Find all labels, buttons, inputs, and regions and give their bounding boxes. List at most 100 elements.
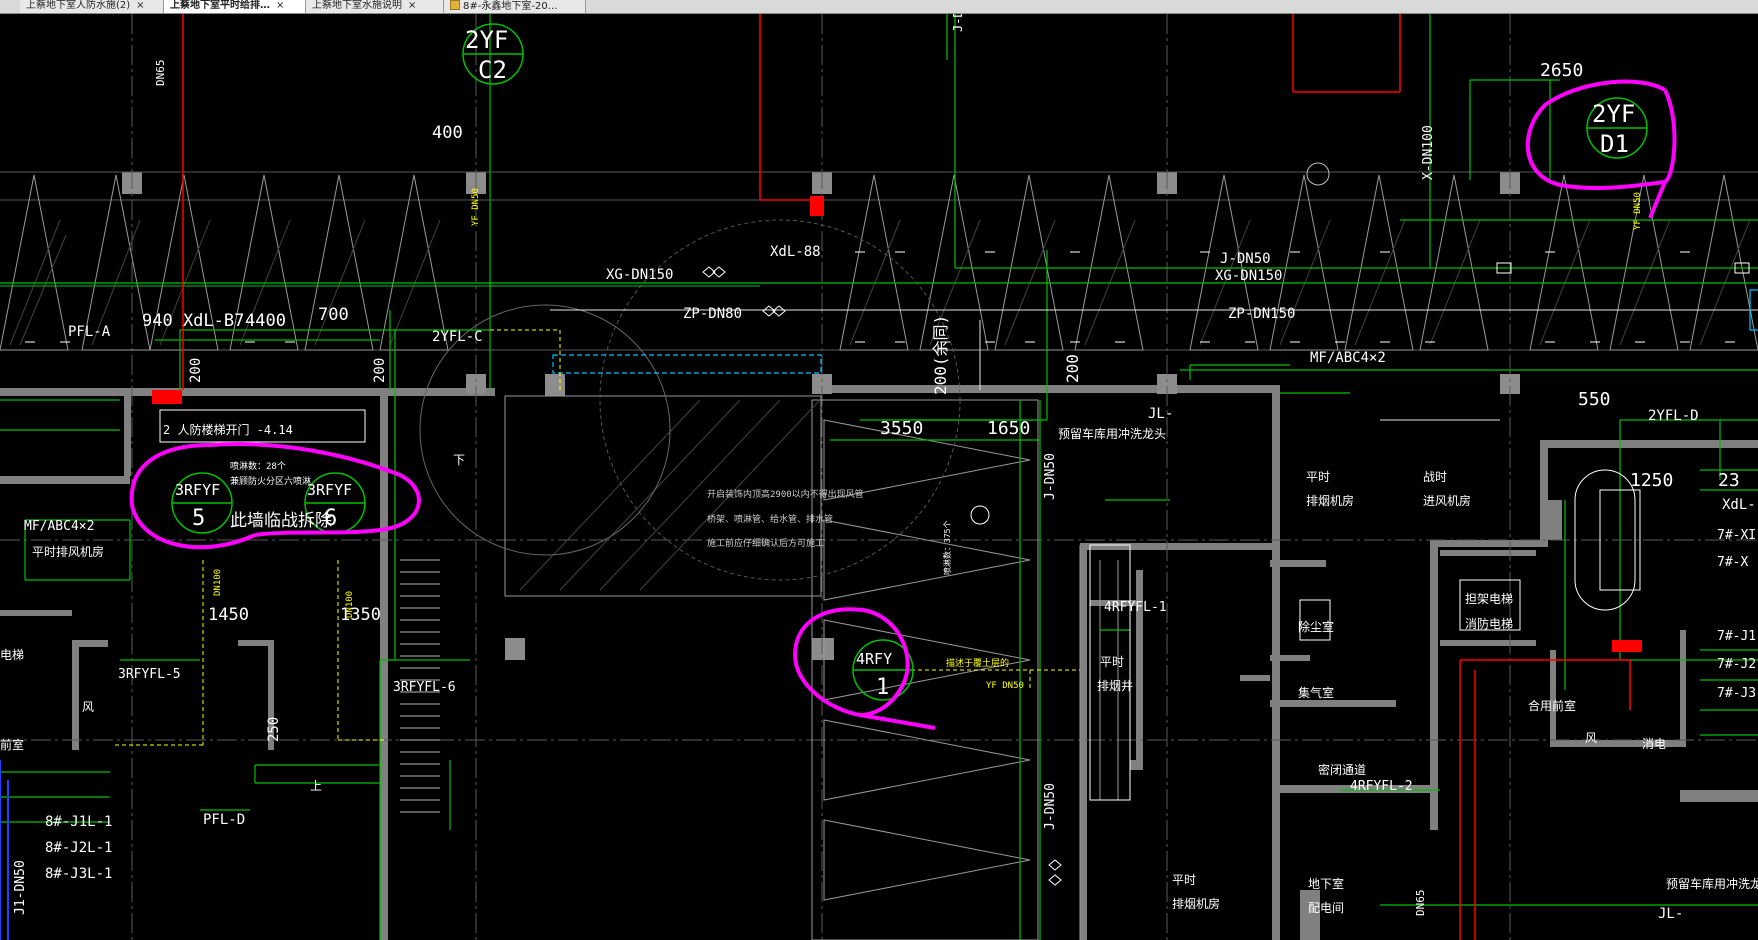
text-wind-left: 风 [82,700,94,714]
text-xdl-b7: 940 XdL-B7 [142,311,244,331]
close-icon[interactable]: × [276,0,284,11]
text-yf-dn50-a: YF DN50 [471,188,481,226]
text-rf-sprinkler: 喷淋数：375个 [942,521,952,575]
text-j1-dn50: J1-DN50 [13,860,28,915]
tag-3rfyf-6-top: 3RFYF [307,481,352,499]
dim-2650: 2650 [1540,60,1583,81]
text-yf-dn50-b: YF DN50 [1633,192,1643,230]
text-3rfyfl-5: 3RFYFL-5 [118,667,181,682]
text-zp-dn80: ZP-DN80 [683,306,742,322]
close-icon[interactable]: × [408,0,416,11]
text-xg-dn150-b: XG-DN150 [1215,268,1282,284]
text-exhaust-room-b: 排烟机房 [1172,896,1220,911]
text-passage: 密闭通道 [1318,762,1366,777]
text-ceiling-note: 描述于覆土层的 [946,657,1009,669]
text-jl-b: JL- [1658,906,1683,922]
dim-200-b: 200 [372,358,388,383]
text-j-dn50-top: J-DN50 [1220,251,1271,267]
text-2yfl-c: 2YFL-C [432,329,483,345]
note-line-1: 开启装饰内顶高2900以内不得出现风管 [707,488,864,500]
dim-550: 550 [1578,389,1611,410]
text-7-j1: 7#-J1 [1717,629,1756,644]
dim-1350: 1350 [340,605,381,625]
text-sprinkler-note: 兼顾防火分区六喷淋 [230,475,311,487]
text-j-d-top: J-D [951,14,965,32]
tag-4rfy-1-top: 4RFY [856,650,892,668]
close-icon[interactable]: × [136,0,144,11]
text-reserve-b: 预留车库用冲洗龙头 [1666,876,1758,891]
tag-2yf-d1-bottom: D1 [1600,130,1629,158]
tag-2yf-c2-top: 2YF [465,26,508,54]
red-valve [152,390,182,404]
dim-23: 23 [1718,470,1740,491]
dim-700: 700 [318,305,349,325]
text-exhaust-shaft: 排烟井 [1097,679,1133,693]
dim-4400: 4400 [245,311,286,331]
text-dn100-a: DN100 [213,569,223,596]
text-3rfyfl-6: 3RFYFL-6 [393,680,456,695]
text-peacetime-3: 平时 [1172,873,1196,887]
text-intake-room: 进风机房 [1423,493,1471,508]
text-wind-right: 风 [1585,731,1597,745]
tab-pingshi-active[interactable]: 上蔡地下室平时给排… × [164,0,306,13]
markup-circles [129,79,1677,730]
text-8-j2l: 8#-J2L-1 [45,840,112,856]
text-4rfyfl-2: 4RFYFL-2 [1350,779,1413,794]
note-line-2: 桥架、喷淋管、给水管、排水管 [707,513,833,525]
text-reserve-a: 预留车库用冲洗龙头 [1058,426,1166,441]
parking-space-hatch [0,174,1758,940]
valve-symbols [702,262,1750,886]
tag-3rfyf-5-bottom: 5 [192,506,205,531]
tab-shuoming[interactable]: 上蔡地下室水施说明 × [306,0,444,13]
drawing-texts: DN65 2YF C2 400 YF DN50 XdL-88 XG-DN150 … [0,14,1758,922]
text-mf-abc-b: MF/ABC4×2 [24,519,94,534]
text-4rfyfl-1: 4RFYFL-1 [1104,600,1167,615]
text-elevator-left: 电梯 [0,648,24,662]
shaft-outline [1089,544,1131,801]
dim-1650: 1650 [987,418,1030,439]
text-fan-room-left: 平时排风机房 [32,544,104,559]
dim-1250: 1250 [1630,470,1673,491]
dim-3550: 3550 [880,418,923,439]
text-7-xi: 7#-XI [1717,528,1756,543]
text-7-j2: 7#-J2 [1717,657,1756,672]
tag-4rfy-1-bottom: 1 [876,675,889,700]
tag-2yf-d1-top: 2YF [1592,100,1635,128]
text-7-j3: 7#-J3 [1717,686,1756,701]
text-peacetime-2: 平时 [1100,655,1124,669]
tab-renfang[interactable]: 上蔡地下室人防水施(2) × [20,0,164,13]
cad-drawing-canvas[interactable]: DN65 2YF C2 400 YF DN50 XdL-88 XG-DN150 … [0,14,1758,940]
text-xg-dn150-a: XG-DN150 [606,267,673,283]
text-xia: 下 [453,453,465,467]
tag-3rfyf-5-top: 3RFYF [175,481,220,499]
text-front-room-left: 前室 [0,737,24,752]
dim-1450: 1450 [208,605,249,625]
text-basement: 地下室 [1308,876,1344,891]
text-dist-room: 配电间 [1308,901,1344,915]
text-sprinkler-28: 喷淋数：28个 [230,460,286,472]
tab-yongxin[interactable]: 8#-永鑫地下室-20… [444,0,586,13]
text-j-dn50-mid: J-DN50 [1043,453,1058,500]
text-yf-dn50-c: YF DN50 [986,681,1024,691]
text-mf-abc-a: MF/ABC4×2 [1310,350,1386,366]
text-elevator-right: 消电 [1642,737,1666,751]
text-8-j1l: 8#-J1L-1 [45,814,112,830]
text-gas-room: 集气室 [1298,685,1334,700]
text-rf-label-14: 2 人防楼梯开门 -4.14 [163,422,293,437]
dim-200-d: 200 [1063,354,1082,383]
text-dn65-bottom: DN65 [1414,890,1427,917]
text-xdl-right: XdL- [1722,497,1756,513]
tab-label: 上蔡地下室水施说明 [312,0,402,11]
tab-label: 上蔡地下室人防水施(2) [26,0,131,11]
text-zp-dn150: ZP-DN150 [1228,306,1295,322]
text-peacetime-1: 平时 [1306,470,1330,484]
text-dust-room: 除尘室 [1298,619,1334,634]
tag-2yf-c2-bottom: C2 [478,56,507,84]
column-marker [1306,162,1330,186]
tab-label: 8#-永鑫地下室-20… [463,1,558,12]
text-8-j3l: 8#-J3L-1 [45,866,112,882]
text-exhaust-room: 排烟机房 [1306,493,1354,508]
text-jl-a: JL- [1148,406,1173,422]
text-elevator-r2: 消防电梯 [1465,616,1513,631]
note-line-3: 施工前应仔细确认后方可施工 [707,537,824,549]
